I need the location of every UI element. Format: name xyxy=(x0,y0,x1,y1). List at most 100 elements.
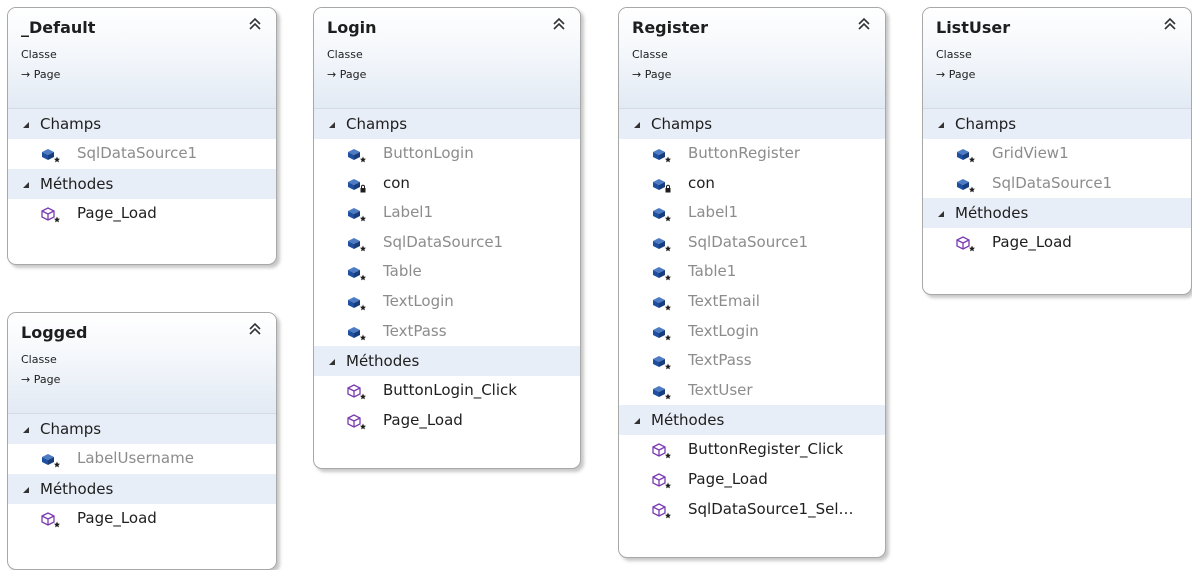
class-card-listuser[interactable]: ListUser Classe → Page Champs GridView1 SqlDa… xyxy=(922,7,1192,295)
field-name: TextPass xyxy=(688,351,752,370)
field-item[interactable]: LabelUsername xyxy=(8,444,276,474)
section-methods[interactable]: Méthodes xyxy=(619,405,885,436)
collapse-chevron-icon[interactable] xyxy=(248,321,262,337)
section-fields[interactable]: Champs xyxy=(619,109,885,139)
class-header[interactable]: ListUser Classe → Page xyxy=(923,8,1191,109)
protected-field-icon xyxy=(347,263,367,281)
expand-triangle-icon[interactable] xyxy=(328,346,336,366)
class-kind: Classe xyxy=(632,48,668,61)
expand-triangle-icon[interactable] xyxy=(22,169,30,188)
section-fields[interactable]: Champs xyxy=(8,109,276,139)
field-item[interactable]: SqlDataSource1 xyxy=(8,139,276,169)
field-item[interactable]: SqlDataSource1 xyxy=(923,169,1191,199)
section-methods[interactable]: Méthodes xyxy=(923,198,1191,229)
class-kind: Classe xyxy=(21,353,57,366)
expand-triangle-icon[interactable] xyxy=(328,109,336,128)
class-kind: Classe xyxy=(327,48,363,61)
method-item[interactable]: Page_Load xyxy=(8,199,276,229)
field-item[interactable]: SqlDataSource1 xyxy=(619,228,885,258)
field-item[interactable]: GridView1 xyxy=(923,139,1191,169)
field-item[interactable]: TextPass xyxy=(314,317,580,347)
section-fields[interactable]: Champs xyxy=(8,414,276,444)
section-methods[interactable]: Méthodes xyxy=(314,346,580,377)
class-header[interactable]: Logged Classe → Page xyxy=(8,313,276,414)
protected-field-icon xyxy=(652,145,672,163)
expand-triangle-icon[interactable] xyxy=(22,474,30,493)
method-name: Page_Load xyxy=(77,203,157,222)
class-name: Login xyxy=(327,18,377,37)
section-fields[interactable]: Champs xyxy=(923,109,1191,139)
field-name: Table xyxy=(383,262,422,281)
class-card-register[interactable]: Register Classe → Page Champs ButtonRegister… xyxy=(618,7,886,558)
field-item[interactable]: con xyxy=(619,169,885,199)
expand-triangle-icon[interactable] xyxy=(633,109,641,128)
field-item[interactable]: ButtonRegister xyxy=(619,139,885,169)
method-item[interactable]: ButtonRegister_Click xyxy=(619,435,885,465)
section-label: Méthodes xyxy=(651,411,725,430)
class-name: Logged xyxy=(21,323,88,342)
field-name: GridView1 xyxy=(992,144,1069,162)
field-name: TextUser xyxy=(688,380,753,399)
expand-triangle-icon[interactable] xyxy=(22,109,30,128)
method-item[interactable]: Page_Load xyxy=(619,465,885,495)
section-methods[interactable]: Méthodes xyxy=(8,168,276,199)
field-item[interactable]: TextUser xyxy=(619,376,885,406)
section-label: Champs xyxy=(40,115,102,133)
section-fields[interactable]: Champs xyxy=(314,109,580,139)
field-item[interactable]: Table1 xyxy=(619,257,885,287)
method-icon xyxy=(347,412,367,430)
method-item[interactable]: SqlDataSource1_Sel… xyxy=(619,495,885,525)
method-item[interactable]: Page_Load xyxy=(314,406,580,436)
field-item[interactable]: Table xyxy=(314,257,580,287)
field-name: SqlDataSource1 xyxy=(77,144,198,162)
method-icon xyxy=(41,510,61,528)
field-item[interactable]: TextLogin xyxy=(619,317,885,347)
field-item[interactable]: ButtonLogin xyxy=(314,139,580,169)
class-kind: Classe xyxy=(936,48,972,61)
class-header[interactable]: Login Classe → Page xyxy=(314,8,580,109)
method-name: ButtonRegister_Click xyxy=(688,440,844,459)
field-item[interactable]: SqlDataSource1 xyxy=(314,228,580,258)
class-card-default[interactable]: _Default Classe → Page Champs SqlDataSource1… xyxy=(7,7,277,265)
expand-triangle-icon[interactable] xyxy=(633,405,641,425)
expand-triangle-icon[interactable] xyxy=(22,414,30,433)
field-name: Label1 xyxy=(688,203,739,222)
method-item[interactable]: ButtonLogin_Click xyxy=(314,376,580,406)
protected-field-icon xyxy=(652,352,672,370)
protected-field-icon xyxy=(652,323,672,341)
field-item[interactable]: con xyxy=(314,169,580,199)
class-base: → Page xyxy=(327,68,367,81)
field-name: con xyxy=(383,173,410,192)
method-item[interactable]: Page_Load xyxy=(923,228,1191,258)
method-item[interactable]: Page_Load xyxy=(8,504,276,534)
protected-field-icon xyxy=(652,382,672,400)
class-card-logged[interactable]: Logged Classe → Page Champs LabelUsername Mét… xyxy=(7,312,277,570)
field-name: Label1 xyxy=(383,203,434,222)
class-header[interactable]: Register Classe → Page xyxy=(619,8,885,109)
field-item[interactable]: Label1 xyxy=(619,198,885,228)
field-name: TextPass xyxy=(383,321,447,340)
collapse-chevron-icon[interactable] xyxy=(552,16,566,32)
field-name: SqlDataSource1 xyxy=(383,232,504,251)
expand-triangle-icon[interactable] xyxy=(937,109,945,128)
field-item[interactable]: TextEmail xyxy=(619,287,885,317)
class-name: _Default xyxy=(21,18,96,37)
collapse-chevron-icon[interactable] xyxy=(1163,16,1177,32)
private-field-icon xyxy=(652,175,672,193)
field-item[interactable]: Label1 xyxy=(314,198,580,228)
class-header[interactable]: _Default Classe → Page xyxy=(8,8,276,109)
section-methods[interactable]: Méthodes xyxy=(8,473,276,504)
collapse-chevron-icon[interactable] xyxy=(857,16,871,32)
method-icon xyxy=(347,382,367,400)
protected-field-icon xyxy=(347,204,367,222)
collapse-chevron-icon[interactable] xyxy=(248,16,262,32)
field-name: TextLogin xyxy=(688,321,759,340)
expand-triangle-icon[interactable] xyxy=(937,198,945,218)
field-name: ButtonRegister xyxy=(688,144,801,162)
protected-field-icon xyxy=(652,234,672,252)
field-item[interactable]: TextLogin xyxy=(314,287,580,317)
class-base: → Page xyxy=(936,68,976,81)
field-item[interactable]: TextPass xyxy=(619,346,885,376)
class-card-login[interactable]: Login Classe → Page Champs ButtonLogin con Lab… xyxy=(313,7,581,469)
section-label: Champs xyxy=(955,115,1017,133)
